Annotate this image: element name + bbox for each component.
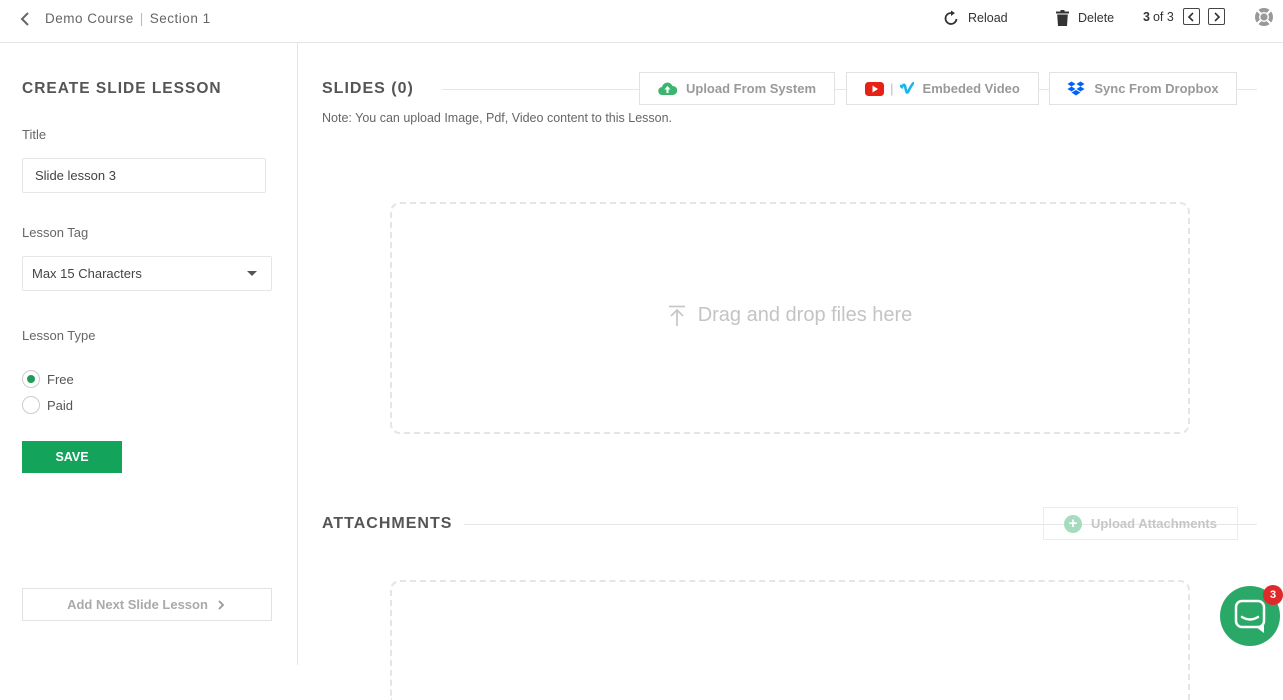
add-next-label: Add Next Slide Lesson bbox=[67, 597, 208, 612]
upload-from-system-button[interactable]: Upload From System bbox=[639, 72, 835, 105]
lesson-sidebar: CREATE SLIDE LESSON Title Slide lesson 3… bbox=[0, 43, 298, 665]
upload-note: Note: You can upload Image, Pdf, Video c… bbox=[322, 111, 673, 125]
lesson-tag-value: Max 15 Characters bbox=[32, 266, 142, 281]
reload-button[interactable]: Reload bbox=[944, 8, 1008, 28]
delete-button[interactable]: Delete bbox=[1056, 8, 1114, 28]
top-bar: Demo Course | Section 1 Reload Delete 3 of… bbox=[0, 0, 1283, 43]
breadcrumb-separator: | bbox=[139, 11, 144, 26]
embedded-video-label: Embeded Video bbox=[922, 81, 1020, 96]
attachments-dropzone[interactable] bbox=[390, 580, 1190, 700]
lesson-tag-select[interactable]: Max 15 Characters bbox=[22, 256, 272, 291]
reload-label: Reload bbox=[968, 11, 1008, 25]
plus-circle-icon: + bbox=[1064, 514, 1083, 533]
help-lifebuoy-icon[interactable] bbox=[1254, 7, 1274, 27]
dropzone-label: Drag and drop files here bbox=[697, 304, 913, 326]
main-content: SLIDES (0) Upload From System | Embeded … bbox=[299, 43, 1283, 700]
upload-attachments-button[interactable]: + Upload Attachments bbox=[1043, 507, 1238, 540]
radio-free-label: Free bbox=[47, 371, 74, 387]
pager-current: 3 bbox=[1143, 9, 1150, 24]
slides-dropzone[interactable]: Drag and drop files here bbox=[390, 202, 1190, 434]
caret-down-icon bbox=[247, 271, 257, 276]
back-arrow-icon[interactable] bbox=[18, 11, 32, 27]
sidebar-title: CREATE SLIDE LESSON bbox=[22, 80, 222, 97]
lesson-pager: 3 of 3 bbox=[1143, 8, 1225, 25]
embedded-video-button[interactable]: | Embeded Video bbox=[846, 72, 1039, 105]
delete-label: Delete bbox=[1078, 11, 1115, 25]
sync-from-dropbox-label: Sync From Dropbox bbox=[1094, 81, 1219, 96]
next-lesson-button[interactable] bbox=[1207, 8, 1225, 25]
lesson-tag-label: Lesson Tag bbox=[22, 225, 89, 240]
title-label: Title bbox=[22, 127, 47, 142]
chevron-right-icon bbox=[1214, 11, 1220, 22]
chat-notification-badge: 3 bbox=[1263, 585, 1283, 605]
trash-icon bbox=[1056, 10, 1069, 26]
chevron-left-icon bbox=[1187, 11, 1194, 22]
embed-separator: | bbox=[890, 81, 894, 96]
dropzone-prompt: Drag and drop files here bbox=[392, 304, 1188, 327]
previous-lesson-button[interactable] bbox=[1182, 8, 1200, 25]
title-input-value: Slide lesson 3 bbox=[35, 168, 116, 183]
save-button[interactable]: SAVE bbox=[22, 441, 122, 473]
vimeo-icon bbox=[899, 82, 914, 94]
dropbox-icon bbox=[1067, 81, 1085, 95]
attachments-title: ATTACHMENTS bbox=[322, 515, 453, 532]
reload-icon bbox=[944, 10, 958, 25]
radio-paid[interactable]: Paid bbox=[22, 396, 73, 414]
chevron-right-icon bbox=[218, 599, 225, 610]
add-next-slide-lesson-button[interactable]: Add Next Slide Lesson bbox=[22, 588, 272, 621]
sync-from-dropbox-button[interactable]: Sync From Dropbox bbox=[1049, 72, 1237, 105]
radio-free-circle[interactable] bbox=[22, 370, 40, 388]
breadcrumb-course[interactable]: Demo Course bbox=[45, 11, 134, 26]
radio-selected-dot bbox=[27, 375, 35, 383]
pager-total: of 3 bbox=[1152, 9, 1174, 24]
radio-paid-label: Paid bbox=[47, 397, 74, 413]
youtube-icon bbox=[865, 81, 885, 96]
breadcrumb-section[interactable]: Section 1 bbox=[150, 11, 211, 26]
radio-paid-circle[interactable] bbox=[22, 396, 40, 414]
upload-from-system-label: Upload From System bbox=[685, 81, 817, 96]
lesson-type-label: Lesson Type bbox=[22, 328, 96, 343]
radio-free[interactable]: Free bbox=[22, 370, 74, 388]
title-input[interactable]: Slide lesson 3 bbox=[22, 158, 266, 193]
upload-attachments-label: Upload Attachments bbox=[1091, 516, 1217, 531]
upload-arrow-icon bbox=[668, 305, 685, 326]
breadcrumb: Demo Course | Section 1 bbox=[45, 11, 211, 26]
slides-title: SLIDES (0) bbox=[322, 80, 414, 97]
cloud-upload-icon bbox=[658, 82, 677, 95]
